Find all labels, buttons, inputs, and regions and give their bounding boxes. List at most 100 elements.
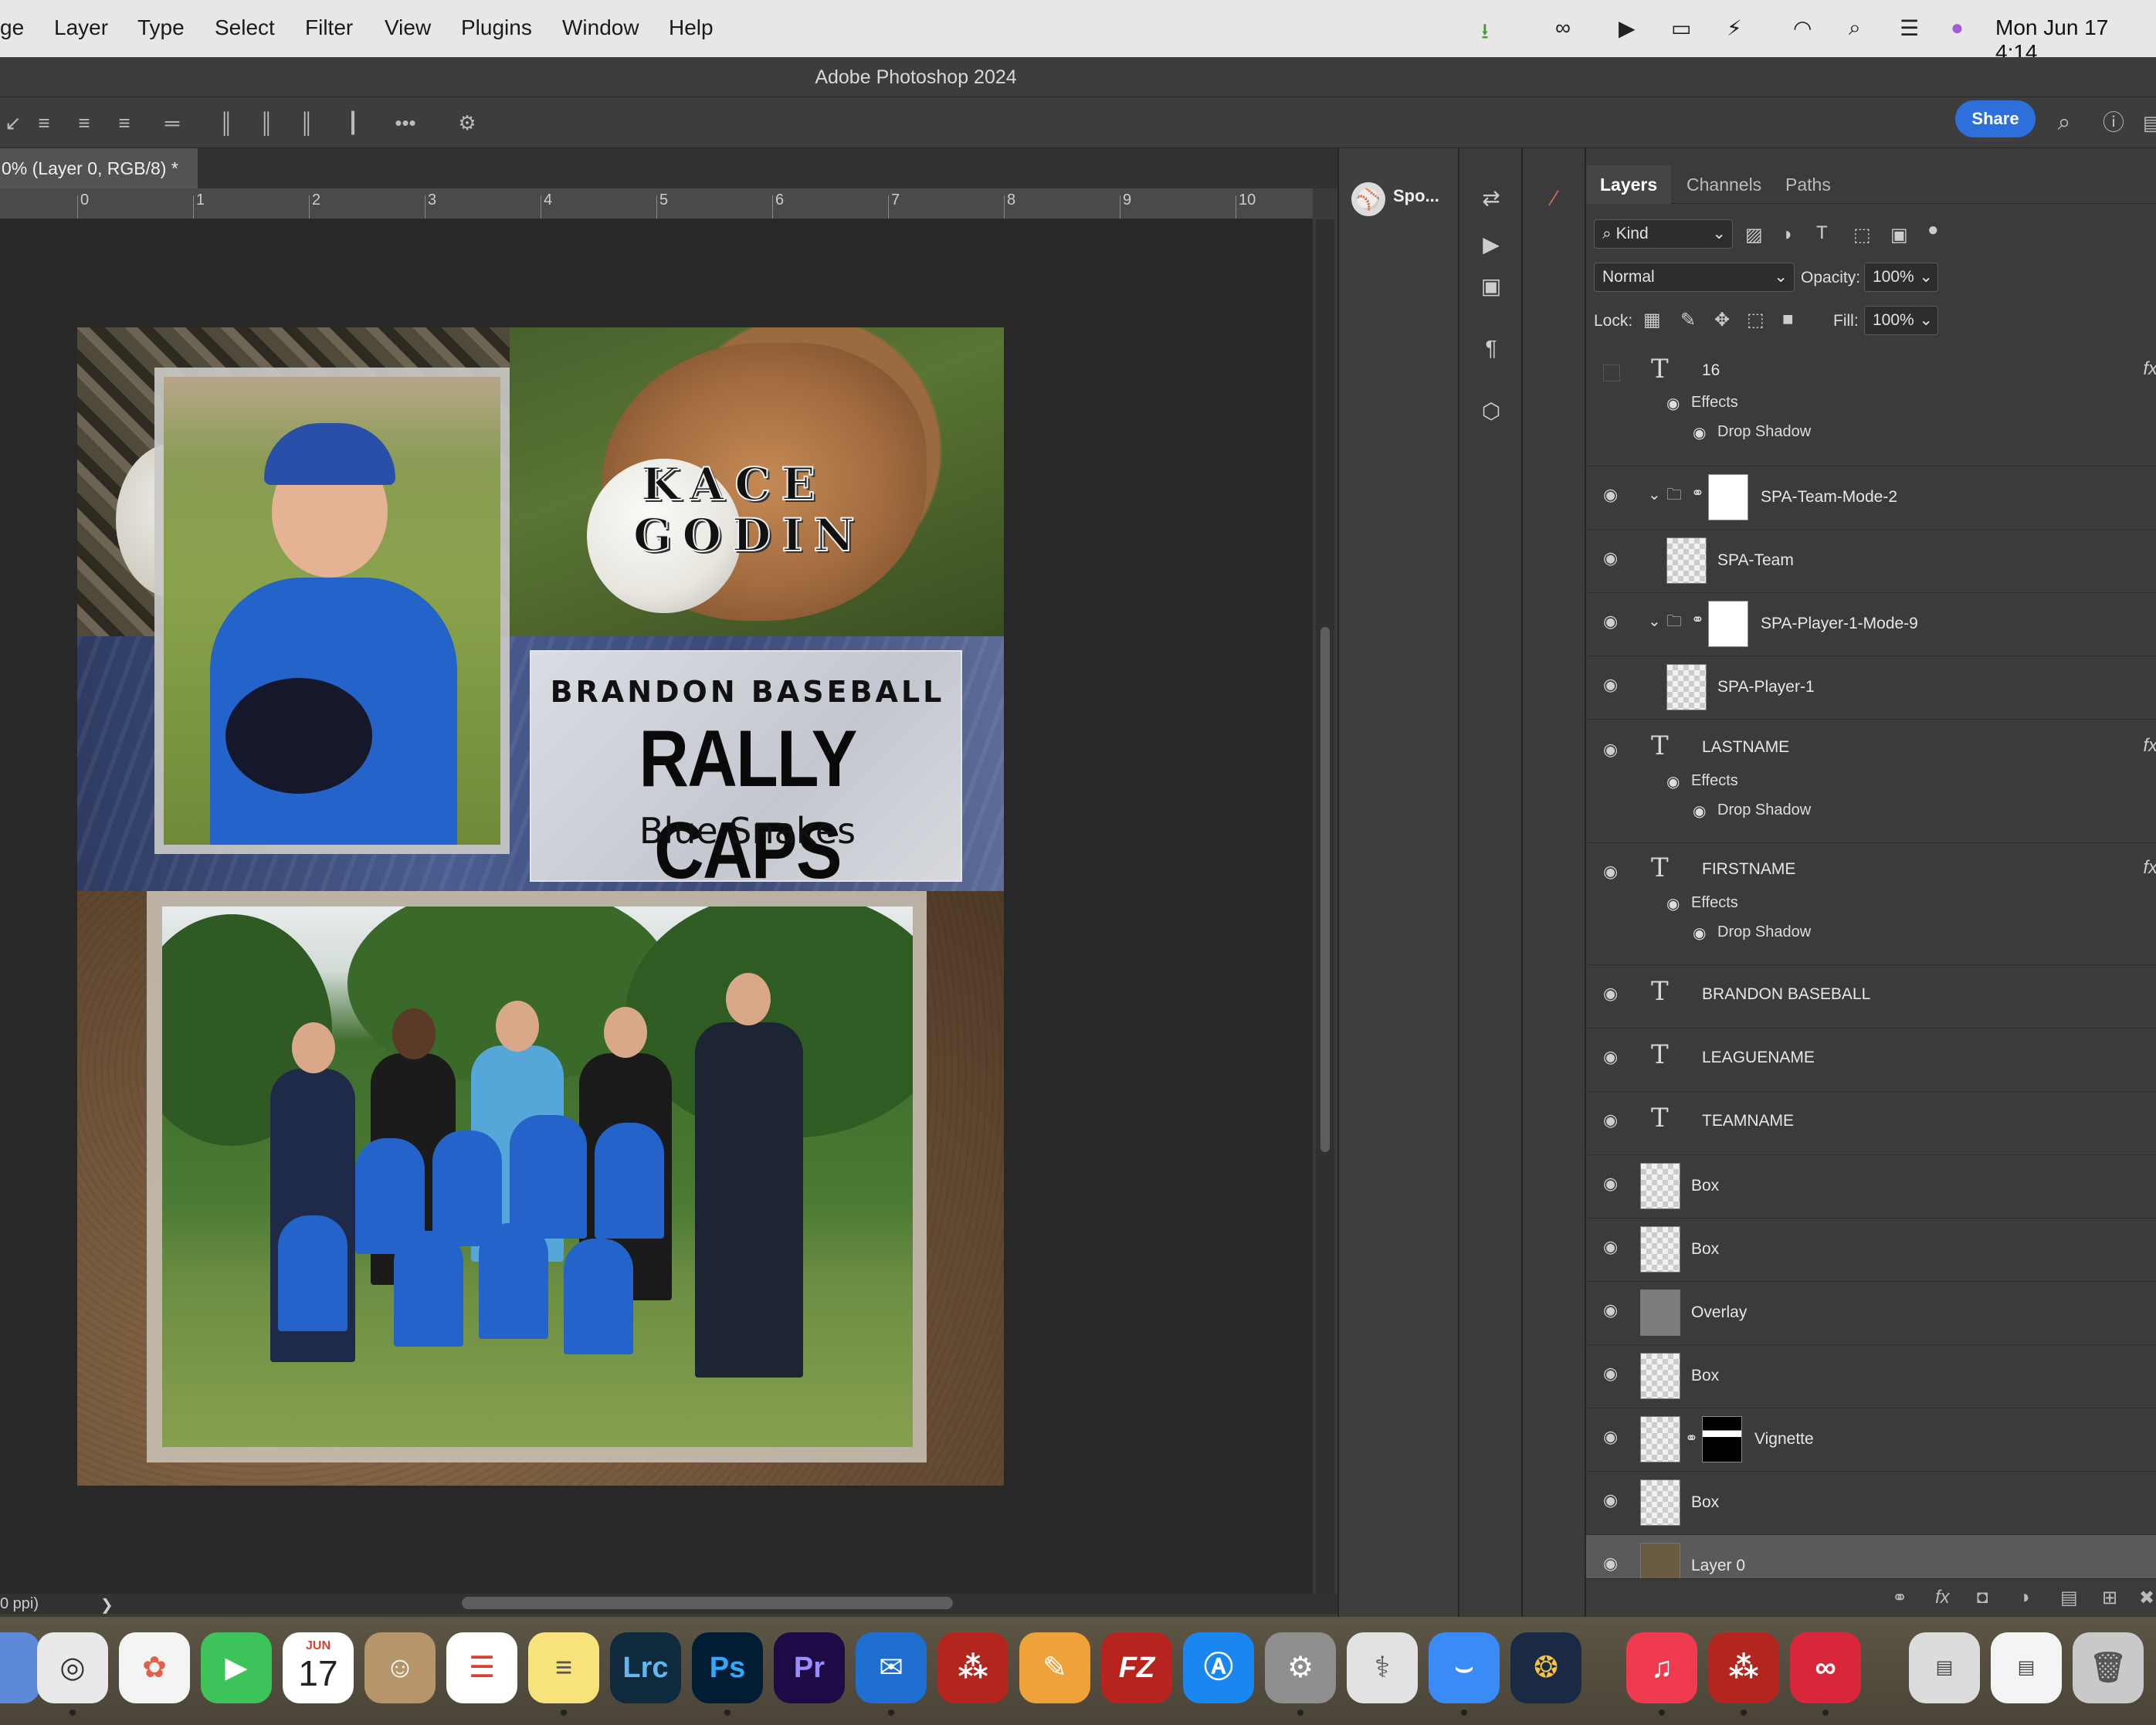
fx-icon[interactable]: fx	[2143, 358, 2156, 380]
eye-icon[interactable]: ◉	[1603, 740, 1618, 760]
layer-name[interactable]: Box	[1691, 1240, 1719, 1259]
layer-name[interactable]: Box	[1691, 1177, 1719, 1195]
eye-icon[interactable]: ◉	[1603, 1047, 1618, 1067]
filter-smart-object-icon[interactable]: ▣	[1890, 224, 1908, 246]
dock-app-freeform[interactable]: ⌣	[1429, 1632, 1500, 1703]
layer-row[interactable]: ◉ Box	[1586, 1345, 2156, 1408]
dock-app-music[interactable]: ♫	[1626, 1632, 1697, 1703]
menu-view[interactable]: View	[385, 15, 431, 40]
layer-row[interactable]: ◉ ⌄ 🗀 ⚭ SPA-Player-1-Mode-9	[1586, 593, 2156, 656]
layer-row[interactable]: ◉ ⚭ Vignette	[1586, 1408, 2156, 1472]
eye-icon[interactable]: ◉	[1603, 1554, 1618, 1574]
dock-app-notes[interactable]: ≡	[528, 1632, 599, 1703]
drop-shadow-eye-icon[interactable]: ◉	[1693, 423, 1706, 442]
menu-plugins[interactable]: Plugins	[461, 15, 532, 40]
adjustment-layer-icon[interactable]: ◑	[2019, 1587, 2030, 1608]
distribute-vertical-icon[interactable]: ┃	[340, 110, 366, 136]
lock-transparent-icon[interactable]: ▦	[1643, 309, 1661, 331]
dock-app-pages[interactable]: ✎	[1019, 1632, 1090, 1703]
dock-app-creative-cloud[interactable]: ∞	[1790, 1632, 1861, 1703]
siri-icon[interactable]: ●	[1951, 15, 1964, 40]
layer-name[interactable]: SPA-Team-Mode-2	[1761, 488, 1897, 507]
align-top-icon[interactable]: ║	[213, 110, 239, 136]
menu-image[interactable]: ge	[0, 15, 24, 40]
menu-layer[interactable]: Layer	[54, 15, 108, 40]
dock-app-settings[interactable]: ⚙	[1265, 1632, 1336, 1703]
menu-help[interactable]: Help	[669, 15, 714, 40]
eye-icon[interactable]: ◉	[1603, 1427, 1618, 1447]
eye-icon[interactable]: ◉	[1603, 1237, 1618, 1257]
search-icon[interactable]: ⌕	[1849, 15, 1861, 41]
layer-row[interactable]: ◉ T BRANDON BASEBALL	[1586, 965, 2156, 1029]
paragraph-icon[interactable]: ¶	[1476, 334, 1506, 363]
new-group-icon[interactable]: ▤	[2060, 1587, 2078, 1609]
layer-row[interactable]: ◉ Overlay	[1586, 1282, 2156, 1345]
document-tab[interactable]: 0% (Layer 0, RGB/8) *	[0, 148, 198, 188]
display-icon[interactable]: ▭	[1671, 15, 1691, 41]
share-button[interactable]: Share	[1955, 100, 2036, 137]
dock-app-calendar[interactable]: JUN 17	[283, 1632, 354, 1703]
drop-shadow-eye-icon[interactable]: ◉	[1693, 801, 1706, 821]
help-icon[interactable]: ⓘ	[2100, 110, 2127, 136]
scroll-thumb[interactable]	[1320, 627, 1330, 1152]
search-icon[interactable]: ⌕	[2051, 110, 2077, 136]
eye-icon[interactable]: ◉	[1603, 675, 1618, 695]
dock-app-filezilla[interactable]: FZ	[1101, 1632, 1172, 1703]
layer-name[interactable]: LEAGUENAME	[1702, 1049, 1815, 1067]
layer-row[interactable]: ◉ T LEAGUENAME	[1586, 1029, 2156, 1092]
menu-window[interactable]: Window	[562, 15, 639, 40]
lock-all-icon[interactable]: ■	[1782, 309, 1794, 330]
play-icon[interactable]: ▶	[1619, 15, 1636, 41]
chevron-icon[interactable]: ↙	[0, 110, 26, 136]
align-vcenter-icon[interactable]: ║	[253, 110, 280, 136]
distribute-horizontal-icon[interactable]: ═	[159, 110, 185, 136]
effects-eye-icon[interactable]: ◉	[1666, 894, 1680, 913]
layer-row[interactable]: ◉ Box	[1586, 1155, 2156, 1218]
document-artwork[interactable]: KACE GODIN BRANDON BASEBALL RALLY CAPS B…	[77, 327, 1004, 1486]
filter-kind-select[interactable]: ⌕ Kind ⌄	[1594, 219, 1733, 249]
dock-app-contacts[interactable]: ☺	[364, 1632, 436, 1703]
filter-pixel-icon[interactable]: ▨	[1745, 224, 1763, 246]
layer-name[interactable]: Overlay	[1691, 1303, 1747, 1322]
layer-name[interactable]: Layer 0	[1691, 1557, 1745, 1575]
layer-name[interactable]: SPA-Player-1	[1717, 678, 1815, 696]
menu-filter[interactable]: Filter	[305, 15, 353, 40]
layer-name[interactable]: 16	[1702, 361, 1720, 380]
glyphs-icon[interactable]: ▣	[1476, 272, 1506, 301]
align-hcenter-icon[interactable]: ≡	[71, 110, 97, 136]
layer-row[interactable]: ◉ Box	[1586, 1472, 2156, 1535]
layer-name[interactable]: SPA-Team	[1717, 551, 1794, 570]
status-arrow-icon[interactable]: ❯	[100, 1595, 114, 1615]
trash-icon[interactable]: ✖	[2139, 1587, 2154, 1609]
brush-icon[interactable]: ∕	[1540, 184, 1569, 213]
layer-mask-thumbnail[interactable]	[1708, 474, 1748, 520]
dock-downloads-stack[interactable]: ▤	[1991, 1632, 2062, 1703]
fx-icon[interactable]: fx	[2143, 857, 2156, 879]
3d-icon[interactable]: ⬡	[1476, 397, 1506, 426]
link-layers-icon[interactable]: ⚭	[1892, 1587, 1907, 1609]
layer-row[interactable]: ◉ SPA-Player-1	[1586, 656, 2156, 720]
effects-eye-icon[interactable]: ◉	[1666, 394, 1680, 413]
tab-layers[interactable]: Layers	[1586, 165, 1672, 204]
creative-cloud-icon[interactable]: ∞	[1555, 15, 1571, 40]
menu-select[interactable]: Select	[215, 15, 275, 40]
layer-row[interactable]: ◉ ⌄ 🗀 ⚭ SPA-Team-Mode-2	[1586, 466, 2156, 530]
actions-play-icon[interactable]: ▶	[1476, 230, 1506, 259]
chevron-down-icon[interactable]: ⌄	[1648, 612, 1661, 631]
dock-app-acrobat-reader[interactable]: ⁂	[1708, 1632, 1779, 1703]
sports-panel-label[interactable]: Spo...	[1348, 179, 1450, 213]
eye-icon[interactable]: ◉	[1603, 1300, 1618, 1320]
dock-app-facetime[interactable]: ▶	[201, 1632, 272, 1703]
layer-name[interactable]: LASTNAME	[1702, 738, 1789, 757]
more-options-icon[interactable]: •••	[392, 110, 419, 136]
add-style-icon[interactable]: fx	[1935, 1587, 1950, 1608]
dock-app-premiere[interactable]: Pr	[774, 1632, 845, 1703]
dock-app-stethoscope[interactable]: ⚕	[1347, 1632, 1418, 1703]
dock-app-aperture[interactable]: ❂	[1510, 1632, 1581, 1703]
tab-paths[interactable]: Paths	[1771, 165, 1845, 204]
menu-type[interactable]: Type	[137, 15, 185, 40]
dock-app-mail[interactable]: ✉	[856, 1632, 927, 1703]
align-right-icon[interactable]: ≡	[111, 110, 137, 136]
eye-icon[interactable]: ◉	[1603, 612, 1618, 632]
download-icon[interactable]: ⭳	[1481, 15, 1489, 53]
